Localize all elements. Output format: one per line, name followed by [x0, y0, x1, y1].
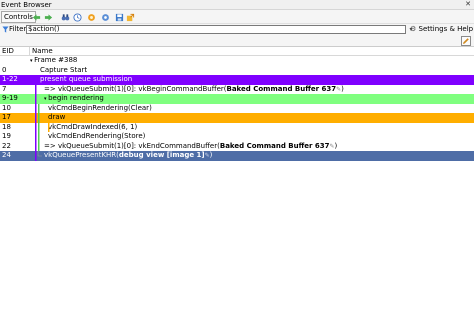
save-icon[interactable]: [114, 12, 124, 22]
event-id: 24: [2, 151, 11, 159]
bookmark-icon[interactable]: [86, 12, 96, 22]
expand-chevron-icon[interactable]: ▾: [30, 58, 34, 64]
event-row[interactable]: 1-22 present queue submission: [0, 75, 474, 85]
event-name: vkCmdDrawIndexed(6, 1): [48, 122, 138, 131]
event-row[interactable]: ▾ Frame #388: [0, 56, 474, 66]
window-title: Event Browser: [1, 1, 52, 9]
event-id: 1-22: [2, 75, 18, 83]
event-name: => vkQueueSubmit(1)[0]: vkBeginCommandBu…: [44, 84, 344, 93]
rename-icon[interactable]: ✎: [205, 152, 210, 159]
event-row[interactable]: 24 vkQueuePresentKHR(debug view [image 1]…: [0, 151, 474, 161]
arrow-right-icon[interactable]: [43, 12, 53, 22]
event-id: 19: [2, 132, 11, 140]
filter-input[interactable]: $action(): [26, 25, 406, 34]
event-id: 10: [2, 103, 11, 112]
close-icon[interactable]: ✕: [465, 0, 471, 9]
export-icon[interactable]: [125, 12, 135, 22]
event-name: Capture Start: [40, 65, 88, 74]
gear-icon: ⚙: [410, 25, 417, 33]
settings-icon[interactable]: [100, 12, 110, 22]
table-header: EID Name: [0, 47, 474, 56]
filter-icon: [2, 26, 9, 33]
rename-icon[interactable]: ✎: [336, 86, 341, 93]
settings-help-label: Settings & Help: [418, 25, 474, 33]
clock-icon[interactable]: [72, 12, 82, 22]
event-id: 9-19: [2, 94, 18, 102]
event-name: draw: [48, 113, 66, 121]
event-id: 7: [2, 84, 7, 93]
event-id: 22: [2, 141, 11, 150]
event-name: vkQueuePresentKHR(debug view [image 1]✎): [44, 151, 213, 159]
event-name: present queue submission: [40, 75, 133, 83]
event-id: 18: [2, 122, 11, 131]
resource-name: Baked Command Buffer 637: [226, 84, 337, 93]
event-row[interactable]: 10 vkCmdBeginRendering(Clear): [0, 104, 474, 114]
resource-name: Baked Command Buffer 637: [219, 141, 330, 150]
event-row[interactable]: 18 vkCmdDrawIndexed(6, 1): [0, 123, 474, 133]
event-name: vkCmdEndRendering(Store): [48, 132, 146, 140]
action-bar: [0, 35, 474, 47]
event-tree: ▾ Frame #388 0 Capture Start 1-22 present qu…: [0, 56, 474, 161]
event-name: vkCmdBeginRendering(Clear): [48, 103, 152, 112]
event-row[interactable]: 17 draw: [0, 113, 474, 123]
title-bar: Event Browser ✕: [0, 0, 474, 10]
event-row[interactable]: 22 => vkQueueSubmit(1)[0]: vkEndCommandBu…: [0, 142, 474, 152]
event-name: => vkQueueSubmit(1)[0]: vkEndCommandBuff…: [44, 141, 338, 150]
event-id: 17: [2, 113, 11, 121]
column-header-name[interactable]: Name: [30, 47, 474, 56]
event-row[interactable]: 7 => vkQueueSubmit(1)[0]: vkBeginCommandB…: [0, 85, 474, 95]
resource-name: debug view [image 1]: [118, 151, 205, 159]
pencil-icon: [463, 38, 469, 44]
arrow-left-icon[interactable]: [31, 12, 41, 22]
event-row[interactable]: 19 vkCmdEndRendering(Store): [0, 132, 474, 142]
edit-action-button[interactable]: [461, 36, 471, 46]
expand-chevron-icon[interactable]: ▾: [44, 96, 48, 102]
toolbar: Controls: [0, 10, 474, 24]
filter-label: Filter: [9, 25, 27, 33]
filter-bar: Filter $action() ▾ ⚙ Settings & Help: [0, 24, 474, 35]
event-id: 0: [2, 65, 7, 74]
event-row[interactable]: 0 Capture Start: [0, 66, 474, 76]
rename-icon[interactable]: ✎: [330, 143, 335, 150]
binoculars-icon[interactable]: [60, 12, 70, 22]
settings-help-button[interactable]: ⚙ Settings & Help: [410, 25, 473, 34]
event-row[interactable]: 9-19 ▾ begin rendering: [0, 94, 474, 104]
column-header-eid[interactable]: EID: [0, 47, 30, 56]
